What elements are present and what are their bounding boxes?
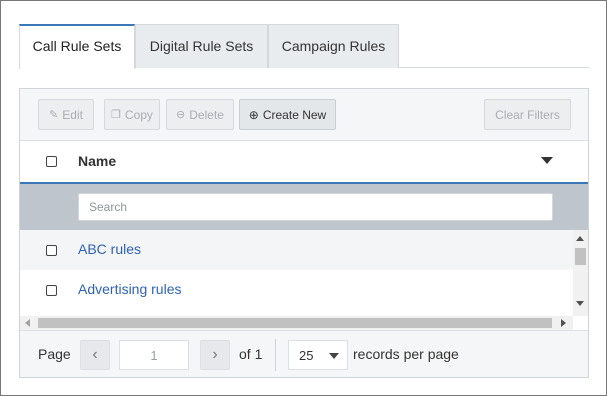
grid-toolbar: ✎ Edit ❐ Copy ⊖ Delete ⊕ Create New Clea… <box>20 89 588 141</box>
tab-bar: Call Rule Sets Digital Rule Sets Campaig… <box>19 24 589 69</box>
plus-circle-icon: ⊕ <box>248 107 259 122</box>
create-new-button[interactable]: ⊕ Create New <box>239 99 336 130</box>
search-input[interactable] <box>78 193 553 221</box>
tab-call-rule-sets[interactable]: Call Rule Sets <box>19 24 135 69</box>
create-new-button-label: Create New <box>262 107 327 122</box>
horizontal-scrollbar[interactable] <box>20 316 573 330</box>
row-checkbox[interactable] <box>46 245 57 256</box>
copy-button[interactable]: ❐ Copy <box>104 99 160 130</box>
chevron-right-icon: › <box>212 346 218 363</box>
table-row[interactable]: Advertising rules <box>20 270 573 310</box>
pager: Page ‹ › of 1 25 records per page <box>20 330 588 377</box>
edit-button-label: Edit <box>62 107 83 122</box>
scroll-up-icon[interactable] <box>576 236 584 241</box>
column-menu-icon[interactable] <box>541 157 553 164</box>
tab-digital-rule-sets[interactable]: Digital Rule Sets <box>135 24 268 68</box>
horizontal-scroll-thumb[interactable] <box>38 318 552 328</box>
select-all-checkbox[interactable] <box>46 156 57 167</box>
next-page-button[interactable]: › <box>200 340 230 370</box>
name-column-header[interactable]: Name <box>78 153 116 169</box>
chevron-left-icon: ‹ <box>92 346 98 363</box>
scroll-left-icon[interactable] <box>25 319 30 327</box>
window-frame: Call Rule Sets Digital Rule Sets Campaig… <box>0 0 607 396</box>
minus-circle-icon: ⊖ <box>176 109 186 121</box>
copy-icon: ❐ <box>111 109 121 121</box>
vertical-scroll-thumb[interactable] <box>575 248 586 265</box>
copy-button-label: Copy <box>124 107 153 122</box>
rule-sets-grid: ✎ Edit ❐ Copy ⊖ Delete ⊕ Create New Clea… <box>19 88 589 378</box>
chevron-down-icon <box>329 353 339 359</box>
tab-campaign-rules[interactable]: Campaign Rules <box>268 24 399 68</box>
scroll-corner <box>573 316 588 330</box>
page-number-input[interactable] <box>119 340 189 370</box>
pencil-icon: ✎ <box>49 109 59 121</box>
pager-divider <box>275 339 276 371</box>
page-label: Page <box>38 346 71 362</box>
records-per-page-label: records per page <box>353 346 459 362</box>
filter-row <box>20 184 588 230</box>
delete-button-label: Delete <box>189 107 224 122</box>
grid-body: ABC rules Advertising rules <box>20 230 573 316</box>
vertical-scrollbar[interactable] <box>573 230 588 316</box>
delete-button[interactable]: ⊖ Delete <box>166 99 234 130</box>
column-header-row: Name <box>20 141 588 184</box>
page-count-label: of 1 <box>239 346 263 362</box>
page-size-select[interactable]: 25 <box>288 340 348 370</box>
clear-filters-button[interactable]: Clear Filters <box>484 99 571 130</box>
previous-page-button[interactable]: ‹ <box>80 340 110 370</box>
row-checkbox[interactable] <box>46 285 57 296</box>
rule-set-link[interactable]: ABC rules <box>78 241 141 257</box>
edit-button[interactable]: ✎ Edit <box>38 99 94 130</box>
table-row[interactable]: ABC rules <box>20 230 573 270</box>
page-size-value: 25 <box>299 348 314 363</box>
scroll-down-icon[interactable] <box>576 301 584 306</box>
rule-set-link[interactable]: Advertising rules <box>78 281 182 297</box>
scroll-right-icon[interactable] <box>561 319 566 327</box>
